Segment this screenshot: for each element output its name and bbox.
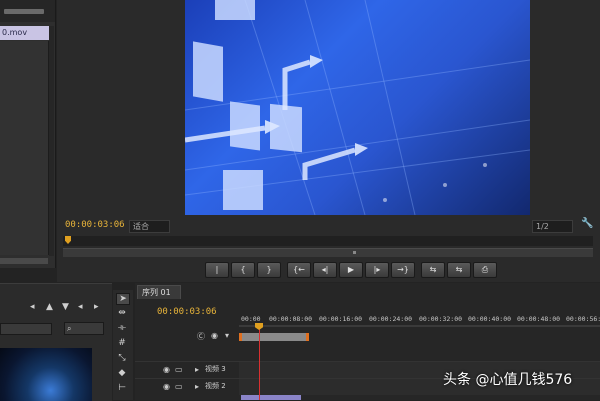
video-preview [185, 0, 530, 215]
rolling-edit-tool-icon[interactable]: # [116, 338, 128, 348]
sequence-playhead[interactable] [255, 323, 263, 330]
step-forward-button[interactable]: |▸ [365, 262, 389, 278]
expand-track-icon[interactable]: ▸ [195, 382, 199, 391]
rate-stretch-tool-icon[interactable]: ⤡ [116, 353, 128, 363]
razor-tool-icon[interactable]: ◆ [116, 368, 128, 378]
extract-button[interactable]: ⇆ [447, 262, 471, 278]
ruler-tick: 00:00:24:00 [369, 315, 413, 323]
tools-panel: ➤ ⇹ ⟛ # ⤡ ◆ ⊢ [113, 290, 133, 400]
snap-icon[interactable]: Ⓒ [197, 331, 205, 342]
arrow-up-icon[interactable]: ▲ [46, 302, 53, 312]
sequence-playhead-line[interactable] [259, 327, 260, 400]
track-label: 视频 2 [205, 382, 226, 390]
export-frame-button[interactable]: ⎙ [473, 262, 497, 278]
slip-tool-icon[interactable]: ⊢ [116, 383, 128, 393]
play-button[interactable]: ▶ [339, 262, 363, 278]
ruler-tick: 00:00:48:00 [517, 315, 561, 323]
lock-icon[interactable]: ▭ [175, 382, 183, 391]
watermark: 头条 @心值几钱576 [443, 372, 573, 388]
set-marker-icon[interactable]: ◉ [211, 331, 218, 340]
sequence-timecode[interactable]: 00:00:03:06 [157, 307, 217, 317]
selection-tool-icon[interactable]: ➤ [116, 293, 130, 305]
project-hscrollbar[interactable] [0, 258, 48, 264]
arrow-right-icon[interactable]: ▸ [94, 302, 99, 312]
monitor-timecode[interactable]: 00:00:03:06 [65, 220, 125, 230]
monitor-scrub-bar[interactable] [63, 248, 593, 257]
ruler-tick: 00:00:56:00 [566, 315, 600, 323]
project-panel-header [0, 0, 55, 22]
video-preview-image [185, 0, 530, 215]
effects-dropdown[interactable] [0, 323, 52, 335]
arrow-left-icon[interactable]: ◂ [78, 302, 83, 312]
project-list [0, 41, 49, 255]
work-area-bar[interactable] [239, 333, 309, 341]
lift-button[interactable]: ⇆ [421, 262, 445, 278]
ruler-tick: 00:00:08:00 [269, 315, 313, 323]
mark-out-button[interactable]: } [257, 262, 281, 278]
monitor-ruler[interactable] [63, 236, 593, 246]
tab-sequence[interactable]: 序列 01 [137, 285, 181, 299]
add-marker-button[interactable]: | [205, 262, 229, 278]
resolution-select[interactable]: 1/2 [532, 220, 573, 233]
ripple-edit-tool-icon[interactable]: ⟛ [116, 323, 128, 333]
project-panel: 0.mov [0, 0, 56, 268]
ruler-tick: 00:00 [241, 315, 261, 323]
effects-search-input[interactable]: ⌕ [64, 322, 104, 335]
project-scrollbar[interactable] [49, 26, 54, 256]
nav-back-icon[interactable]: ◂ [30, 302, 35, 312]
search-icon: ⌕ [67, 324, 72, 333]
ruler-baseline [239, 325, 600, 327]
zoom-fit-select[interactable]: 适合 [129, 220, 170, 233]
project-item[interactable]: 0.mov [0, 26, 50, 40]
arrow-down-icon[interactable]: ▼ [62, 302, 69, 312]
project-toolbar[interactable] [4, 9, 44, 14]
wrench-icon[interactable]: 🔧 [581, 218, 593, 229]
program-monitor: 00:00:03:06 适合 1/2 🔧 | { } {← ◂| ▶ |▸ →}… [57, 0, 600, 282]
go-to-out-button[interactable]: →} [391, 262, 415, 278]
monitor-playhead[interactable] [65, 236, 71, 244]
effects-panel: ◂ ▲ ▼ ◂ ▸ ⌕ [0, 283, 112, 401]
go-to-in-button[interactable]: {← [287, 262, 311, 278]
eye-icon[interactable]: ◉ [163, 365, 170, 374]
scrub-center-mark [353, 251, 356, 254]
track-select-tool-icon[interactable]: ⇹ [116, 308, 128, 318]
step-back-button[interactable]: ◂| [313, 262, 337, 278]
eye-icon[interactable]: ◉ [163, 382, 170, 391]
marker-icon[interactable]: ▾ [225, 331, 229, 340]
mark-in-button[interactable]: { [231, 262, 255, 278]
lock-icon[interactable]: ▭ [175, 365, 183, 374]
media-thumbnail [0, 348, 92, 401]
ruler-tick: 00:00:32:00 [419, 315, 463, 323]
video-clip[interactable] [241, 395, 301, 400]
ruler-tick: 00:00:40:00 [468, 315, 512, 323]
ruler-tick: 00:00:16:00 [319, 315, 363, 323]
expand-track-icon[interactable]: ▸ [195, 365, 199, 374]
timeline-ruler[interactable]: 00:00 00:00:08:00 00:00:16:00 00:00:24:0… [239, 311, 600, 325]
track-label: 视频 3 [205, 365, 226, 373]
